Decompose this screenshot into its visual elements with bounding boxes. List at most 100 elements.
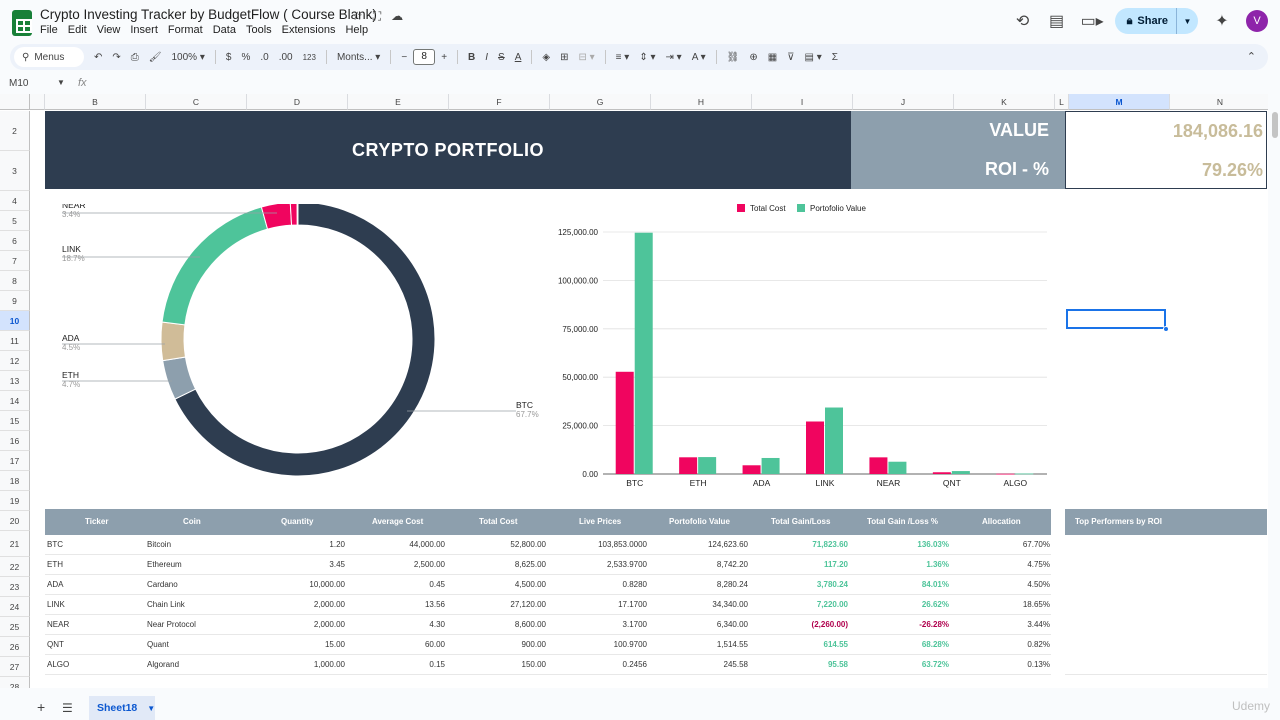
cell-qty[interactable]: 10,000.00 [309, 575, 345, 595]
cell-coin[interactable]: Algorand [147, 655, 179, 675]
font-size-increase-button[interactable]: + [441, 52, 447, 63]
vertical-align-icon[interactable]: ⇕ ▾ [639, 52, 655, 63]
decrease-decimal-button[interactable]: .0 [260, 52, 268, 63]
column-header-quantity[interactable]: Quantity [281, 509, 313, 535]
text-color-icon[interactable]: A [515, 52, 522, 63]
cell-coin[interactable]: Chain Link [147, 595, 185, 615]
cell-alloc[interactable]: 3.44% [1027, 615, 1050, 635]
cost-vs-value-bar-chart[interactable]: 0.00 25,000.00 50,000.00 75,000.00 100,000.0… [545, 199, 1055, 499]
cell-cost[interactable]: 900.00 [522, 635, 546, 655]
cell-alloc[interactable]: 0.13% [1027, 655, 1050, 675]
meet-icon[interactable]: ▭▸ [1081, 11, 1104, 31]
cell-value[interactable]: 124,623.60 [708, 535, 748, 555]
row-header-18[interactable]: 18 [0, 471, 30, 491]
cell-ticker[interactable]: BTC [47, 535, 63, 555]
column-header-l[interactable]: L [1055, 94, 1069, 110]
bar-eth-portfolio-value[interactable] [698, 457, 717, 474]
column-header-ticker[interactable]: Ticker [85, 509, 108, 535]
cell-gain-pct[interactable]: 26.62% [922, 595, 949, 615]
cell-avg[interactable]: 0.45 [429, 575, 445, 595]
bar-link-portfolio-value[interactable] [825, 407, 843, 474]
row-header-5[interactable]: 5 [0, 211, 30, 231]
star-icon[interactable]: ☆ [352, 9, 363, 24]
bar-btc-portfolio-value[interactable] [634, 232, 653, 474]
filter-views-icon[interactable]: ▤ ▾ [804, 52, 821, 63]
table-row[interactable]: ETH Ethereum 3.45 2,500.00 8,625.00 2,533.970… [45, 555, 1051, 575]
sheet-tab-menu-icon[interactable]: ▼ [147, 704, 155, 713]
table-row[interactable]: ADA Cardano 10,000.00 0.45 4,500.00 0.8280 8,2… [45, 575, 1051, 595]
share-dropdown-icon[interactable]: ▼ [1176, 8, 1198, 34]
all-sheets-icon[interactable]: ☰ [62, 701, 73, 715]
bar-btc-total-cost[interactable] [615, 371, 634, 474]
column-header-k[interactable]: K [954, 94, 1055, 110]
row-header-15[interactable]: 15 [0, 411, 30, 431]
sheet-tab-active[interactable]: Sheet18 ▼ [89, 696, 155, 720]
menu-view[interactable]: View [97, 24, 121, 36]
bar-ada-portfolio-value[interactable] [761, 457, 780, 474]
table-row[interactable]: ALGO Algorand 1,000.00 0.15 150.00 0.2456 245.… [45, 655, 1051, 675]
row-header-11[interactable]: 11 [0, 331, 30, 351]
select-all-corner[interactable] [0, 94, 30, 110]
fill-handle[interactable] [1163, 326, 1169, 332]
name-box-dropdown-icon[interactable]: ▼ [57, 78, 65, 87]
cell-price[interactable]: 17.1700 [618, 595, 647, 615]
cell-gain-pct[interactable]: 68.28% [922, 635, 949, 655]
cell-gain[interactable]: 7,220.00 [817, 595, 848, 615]
cell-qty[interactable]: 1,000.00 [314, 655, 345, 675]
cell-avg[interactable]: 0.15 [429, 655, 445, 675]
cell-alloc[interactable]: 4.75% [1027, 555, 1050, 575]
column-header-j[interactable]: J [853, 94, 954, 110]
summary-values[interactable]: 184,086.16 79.26% [1065, 111, 1267, 189]
cell-ticker[interactable]: QNT [47, 635, 64, 655]
currency-format-button[interactable]: $ [226, 52, 232, 63]
cloud-status-icon[interactable]: ☁ [391, 9, 403, 24]
column-header-total-gain-loss[interactable]: Total Gain/Loss [771, 509, 830, 535]
move-folder-icon[interactable]: ⛶ [373, 9, 381, 24]
menu-extensions[interactable]: Extensions [282, 24, 336, 36]
insert-comment-icon[interactable]: ⊕ [749, 52, 757, 63]
menu-tools[interactable]: Tools [246, 24, 272, 36]
row-header-22[interactable]: 22 [0, 557, 30, 577]
row-header-26[interactable]: 26 [0, 637, 30, 657]
cell-gain[interactable]: 3,780.24 [817, 575, 848, 595]
bar-ada-total-cost[interactable] [742, 465, 761, 474]
text-wrap-icon[interactable]: ⇥ ▾ [666, 52, 682, 63]
menus-search[interactable]: ⚲ Menus [14, 47, 84, 67]
cell-gain-pct[interactable]: 63.72% [922, 655, 949, 675]
column-header-total-gain-loss[interactable]: Total Gain /Loss % [867, 509, 938, 535]
cell-value[interactable]: 34,340.00 [712, 595, 748, 615]
table-row[interactable]: QNT Quant 15.00 60.00 900.00 100.9700 1,514.55… [45, 635, 1051, 655]
name-box[interactable]: M10 [9, 78, 28, 89]
filter-icon[interactable]: ⊽ [787, 52, 794, 63]
cell-coin[interactable]: Near Protocol [147, 615, 196, 635]
column-header-e[interactable]: E [348, 94, 449, 110]
cell-gain[interactable]: 614.55 [824, 635, 848, 655]
selected-cell-m10[interactable] [1066, 309, 1166, 329]
cell-gain[interactable]: 95.58 [828, 655, 848, 675]
document-title[interactable]: Crypto Investing Tracker by BudgetFlow (… [40, 7, 377, 22]
cell-avg[interactable]: 4.30 [429, 615, 445, 635]
cell-alloc[interactable]: 67.70% [1023, 535, 1050, 555]
column-header-i[interactable]: I [752, 94, 853, 110]
row-header-24[interactable]: 24 [0, 597, 30, 617]
donut-slice-qnt[interactable] [289, 204, 298, 226]
cell-price[interactable]: 3.1700 [623, 615, 647, 635]
increase-decimal-button[interactable]: .00 [279, 52, 293, 63]
row-header-28[interactable]: 28 [0, 677, 30, 688]
column-header-d[interactable]: D [247, 94, 348, 110]
menu-file[interactable]: File [40, 24, 58, 36]
column-header-allocation[interactable]: Allocation [982, 509, 1021, 535]
cell-value[interactable]: 8,742.20 [717, 555, 748, 575]
row-header-7[interactable]: 7 [0, 251, 30, 271]
cell-avg[interactable]: 60.00 [425, 635, 445, 655]
menu-insert[interactable]: Insert [130, 24, 158, 36]
column-header-portofolio-value[interactable]: Portofolio Value [669, 509, 730, 535]
fill-color-icon[interactable]: ◈ [542, 52, 550, 63]
column-header-n[interactable]: N [1170, 94, 1268, 110]
paint-format-icon[interactable]: 🖌︎ [149, 52, 162, 63]
gemini-icon[interactable]: ✦ [1212, 11, 1232, 31]
font-size-decrease-button[interactable]: − [401, 52, 407, 63]
bar-algo-portfolio-value[interactable] [1015, 473, 1034, 475]
cell-alloc[interactable]: 18.65% [1023, 595, 1050, 615]
more-formats-button[interactable]: 123 [303, 53, 316, 62]
